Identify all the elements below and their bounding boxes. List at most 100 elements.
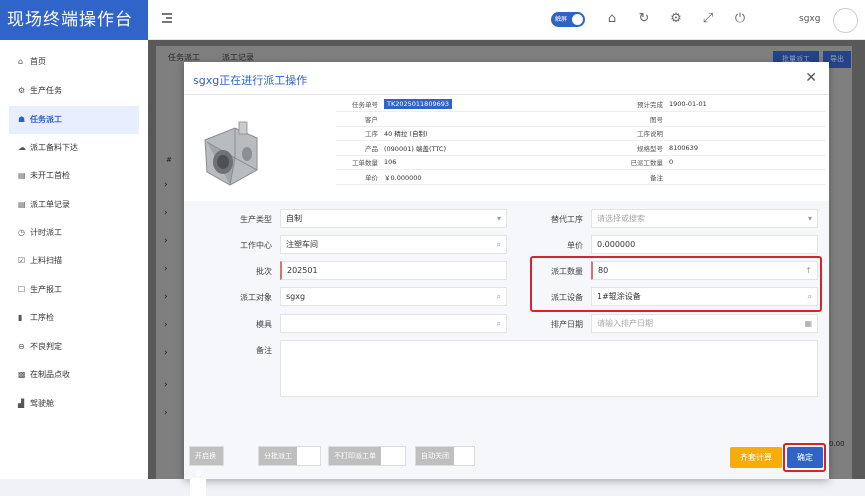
power-icon[interactable]: ⏻: [732, 11, 748, 27]
expand-row-icon[interactable]: ›: [164, 264, 168, 274]
no-print-toggle[interactable]: 不打印派工单: [328, 446, 406, 466]
home-icon[interactable]: ⌂: [604, 11, 620, 27]
sitemap-icon: ☗: [18, 115, 26, 124]
task-number-tag: TK2025011809693: [384, 99, 452, 109]
check-square-icon: ☑: [18, 256, 26, 265]
work-center-field[interactable]: 注塑车间 ⌕: [280, 235, 507, 254]
sidebar-item-home[interactable]: ⌂ 首页: [9, 48, 139, 76]
touch-mode-label: 触屏: [555, 16, 568, 23]
unit-price-field[interactable]: 0.000000: [591, 235, 818, 254]
id-card-icon: ▤: [18, 200, 26, 209]
sidebar-item-timed-dispatch[interactable]: ◷ 计时派工: [9, 219, 139, 247]
expand-row-icon[interactable]: ›: [164, 348, 168, 358]
batch-input[interactable]: 202501: [280, 261, 507, 280]
sidebar-item-first-inspection[interactable]: ▤ 未开工首检: [9, 162, 139, 190]
info-label: 工单数量: [336, 155, 381, 170]
sidebar-item-production-task[interactable]: ⚙ 生产任务: [9, 77, 139, 105]
sidebar-item-defect[interactable]: ⊖ 不良判定: [9, 333, 139, 361]
highlight-box: [530, 256, 822, 312]
settings-icon[interactable]: ⚙: [668, 11, 684, 27]
info-label: 工序: [336, 126, 381, 141]
auto-close-toggle[interactable]: 自动关闭: [415, 446, 475, 466]
home-icon: ⌂: [18, 57, 24, 66]
expand-row-icon[interactable]: ›: [164, 180, 168, 190]
search-minus-icon: ⊖: [18, 342, 25, 351]
sidebar-item-wip[interactable]: ▩ 在制品点收: [9, 361, 139, 389]
highlight-box: [783, 443, 826, 472]
prod-type-select[interactable]: 自制 ▾: [280, 209, 507, 228]
expand-row-icon[interactable]: ›: [164, 236, 168, 246]
dispatch-target-field[interactable]: sgxg ⌕: [280, 287, 507, 306]
work-center-label: 工作中心: [240, 241, 272, 250]
info-label: 规格型号: [571, 140, 666, 156]
info-value: [666, 126, 826, 141]
cylinder-icon: ▮: [18, 313, 23, 322]
schedule-date-input[interactable]: 请输入排产日期 ▦: [591, 314, 818, 333]
mold-label: 模具: [256, 320, 272, 329]
close-icon[interactable]: ✕: [805, 70, 817, 86]
part-image: [204, 121, 258, 186]
info-value: [381, 111, 571, 127]
unit-price-label: 单价: [567, 241, 583, 250]
column-marker: #: [166, 156, 172, 164]
info-value: TK2025011809693: [381, 97, 571, 112]
search-icon[interactable]: ⌕: [497, 236, 501, 253]
prod-type-label: 生产类型: [240, 215, 272, 224]
sidebar-item-feed-scan[interactable]: ☑ 上料扫描: [9, 247, 139, 275]
info-label: 备注: [571, 169, 666, 185]
info-label: 任务单号: [336, 97, 381, 112]
square-icon: ☐: [18, 285, 26, 294]
info-value: [666, 169, 826, 185]
info-label: 单价: [336, 169, 381, 185]
info-label: 图号: [571, 111, 666, 127]
expand-row-icon[interactable]: ›: [164, 380, 168, 390]
user-name[interactable]: sgxg: [799, 14, 820, 24]
app-title: 现场终端操作台: [0, 0, 148, 40]
touch-mode-toggle[interactable]: 触屏: [551, 12, 585, 27]
archive-icon: ▩: [18, 370, 26, 379]
mold-field[interactable]: ⌕: [280, 314, 507, 333]
remark-textarea[interactable]: [280, 340, 818, 397]
task-info-table: 任务单号 TK2025011809693 预计完成 1900-01-01 客户 …: [336, 97, 826, 185]
expand-row-icon[interactable]: ›: [164, 320, 168, 330]
calendar-icon[interactable]: ▦: [804, 315, 812, 332]
alt-process-label: 替代工序: [551, 215, 583, 224]
info-label: 已派工数量: [571, 155, 666, 170]
menu-toggle-icon[interactable]: [162, 13, 172, 25]
chart-icon: ▟: [18, 399, 25, 408]
search-icon[interactable]: ⌕: [497, 315, 501, 332]
batch-dispatch-toggle[interactable]: 分批派工: [258, 446, 321, 466]
fullscreen-icon[interactable]: ⤢: [700, 11, 716, 27]
info-value: ￥0.000000: [381, 169, 571, 185]
gears-icon: ⚙: [18, 86, 26, 95]
sidebar-item-report[interactable]: ☐ 生产报工: [9, 276, 139, 304]
remark-label: 备注: [256, 346, 272, 355]
info-label: 客户: [336, 111, 381, 127]
sidebar-item-dispatch-record[interactable]: ▤ 派工单记录: [9, 191, 139, 219]
expand-row-icon[interactable]: ›: [164, 292, 168, 302]
info-label: 产品: [336, 140, 381, 156]
info-value: [666, 111, 826, 127]
refresh-icon[interactable]: ↻: [636, 11, 652, 27]
sidebar-item-dispatch[interactable]: ☗ 任务派工: [9, 106, 139, 134]
expand-row-icon[interactable]: ›: [164, 208, 168, 218]
info-value: 8100639: [666, 140, 826, 156]
avatar[interactable]: [833, 8, 858, 33]
chevron-down-icon: ▾: [496, 214, 501, 223]
kit-calc-button[interactable]: 齐套计算: [730, 447, 782, 468]
chevron-down-icon: ▾: [807, 214, 812, 223]
dispatch-target-label: 派工对象: [240, 293, 272, 302]
id-card-icon: ▤: [18, 171, 26, 180]
search-icon[interactable]: ⌕: [497, 288, 501, 305]
sidebar-item-material-issue[interactable]: ☁ 派工备料下达: [9, 134, 139, 162]
expand-row-icon[interactable]: ›: [164, 408, 168, 418]
sidebar-item-process-inspection[interactable]: ▮ 工序检: [9, 304, 139, 332]
info-value: 1900-01-01: [666, 97, 826, 112]
schedule-date-label: 排产日期: [551, 320, 583, 329]
modal-title: sgxg正在进行派工操作: [193, 74, 308, 87]
alt-process-select[interactable]: 请选择或搜索 ▾: [591, 209, 818, 228]
sidebar-item-cockpit[interactable]: ▟ 驾驶舱: [9, 390, 139, 418]
conversion-toggle[interactable]: 开启换算: [189, 446, 224, 496]
info-value: 106: [381, 155, 571, 170]
info-label: 工序说明: [571, 126, 666, 141]
